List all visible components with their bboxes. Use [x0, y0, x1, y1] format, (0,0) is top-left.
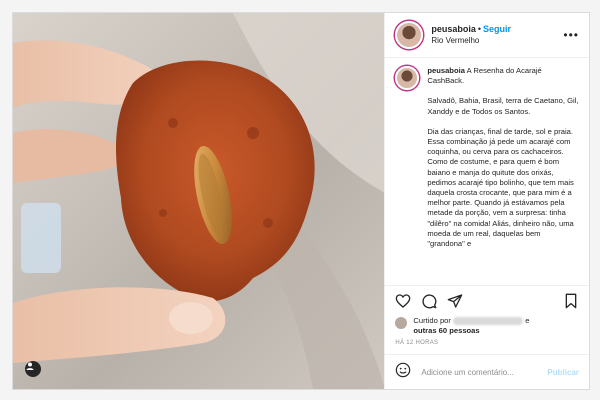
- fritter-texture: [159, 209, 167, 217]
- likes-prefix: Curtido por: [413, 316, 451, 325]
- heart-glyph: [396, 294, 411, 308]
- header-row: peusaboia • Seguir: [431, 23, 511, 35]
- background-object: [21, 203, 61, 273]
- smiley-icon[interactable]: [395, 362, 411, 383]
- post-header: peusaboia • Seguir Rio Vermelho •••: [385, 13, 589, 58]
- comment-icon[interactable]: [421, 293, 437, 309]
- instagram-post-card: peusaboia • Seguir Rio Vermelho ••• peusab…: [12, 12, 590, 390]
- caption-text: peusaboia A Resenha do Acarajé CashBack.…: [427, 66, 579, 285]
- acaraje-photo-illustration: [13, 13, 385, 389]
- follow-button[interactable]: Seguir: [483, 24, 511, 34]
- finger-middle: [13, 129, 133, 183]
- user-tag-glyph: [26, 362, 34, 370]
- caption-paragraph: Salvadô, Bahia, Brasil, terra de Caetano…: [427, 96, 579, 116]
- header-text: peusaboia • Seguir Rio Vermelho: [431, 23, 511, 47]
- smiley-glyph: [396, 362, 411, 377]
- paper-plane-icon[interactable]: [447, 293, 463, 309]
- likes-others-link[interactable]: outras 60 pessoas: [413, 326, 479, 335]
- username-link[interactable]: peusaboia: [431, 24, 476, 34]
- bookmark-icon[interactable]: [563, 293, 579, 309]
- separator-dot: •: [477, 24, 482, 34]
- comment-glyph: [422, 294, 437, 309]
- location-link[interactable]: Rio Vermelho: [431, 35, 511, 47]
- comment-input[interactable]: [419, 366, 540, 378]
- bookmark-glyph: [565, 293, 577, 309]
- likes-text: Curtido por e outras 60 pessoas: [413, 316, 529, 336]
- fritter-texture: [263, 218, 273, 228]
- avatar[interactable]: [395, 21, 424, 49]
- comment-bar: Publicar: [385, 354, 589, 389]
- post-side-panel: peusaboia • Seguir Rio Vermelho ••• peusab…: [384, 13, 589, 389]
- liker-avatar[interactable]: [395, 317, 408, 329]
- publish-button[interactable]: Publicar: [547, 368, 579, 377]
- fritter-texture: [247, 127, 259, 139]
- likes-summary: Curtido por e outras 60 pessoas: [385, 316, 589, 336]
- caption-avatar[interactable]: [395, 66, 420, 90]
- thumbnail: [169, 302, 213, 334]
- caption-paragraph: peusaboia A Resenha do Acarajé CashBack.: [427, 66, 579, 86]
- blurred-liker-name[interactable]: [453, 317, 524, 325]
- post-timestamp[interactable]: HÁ 12 HORAS: [385, 336, 589, 354]
- ellipsis-icon[interactable]: •••: [563, 28, 579, 42]
- paper-plane-glyph: [448, 294, 463, 308]
- post-photo[interactable]: [13, 13, 385, 389]
- heart-icon[interactable]: [395, 293, 411, 309]
- likes-and: e: [525, 316, 530, 325]
- caption-username[interactable]: peusaboia: [427, 66, 465, 75]
- caption-paragraph: Dia das crianças, final de tarde, sol e …: [427, 126, 574, 249]
- user-tag-icon[interactable]: [25, 361, 41, 377]
- fritter-texture: [168, 118, 178, 128]
- action-bar: [385, 285, 589, 316]
- caption-section: peusaboia A Resenha do Acarajé CashBack.…: [385, 58, 589, 285]
